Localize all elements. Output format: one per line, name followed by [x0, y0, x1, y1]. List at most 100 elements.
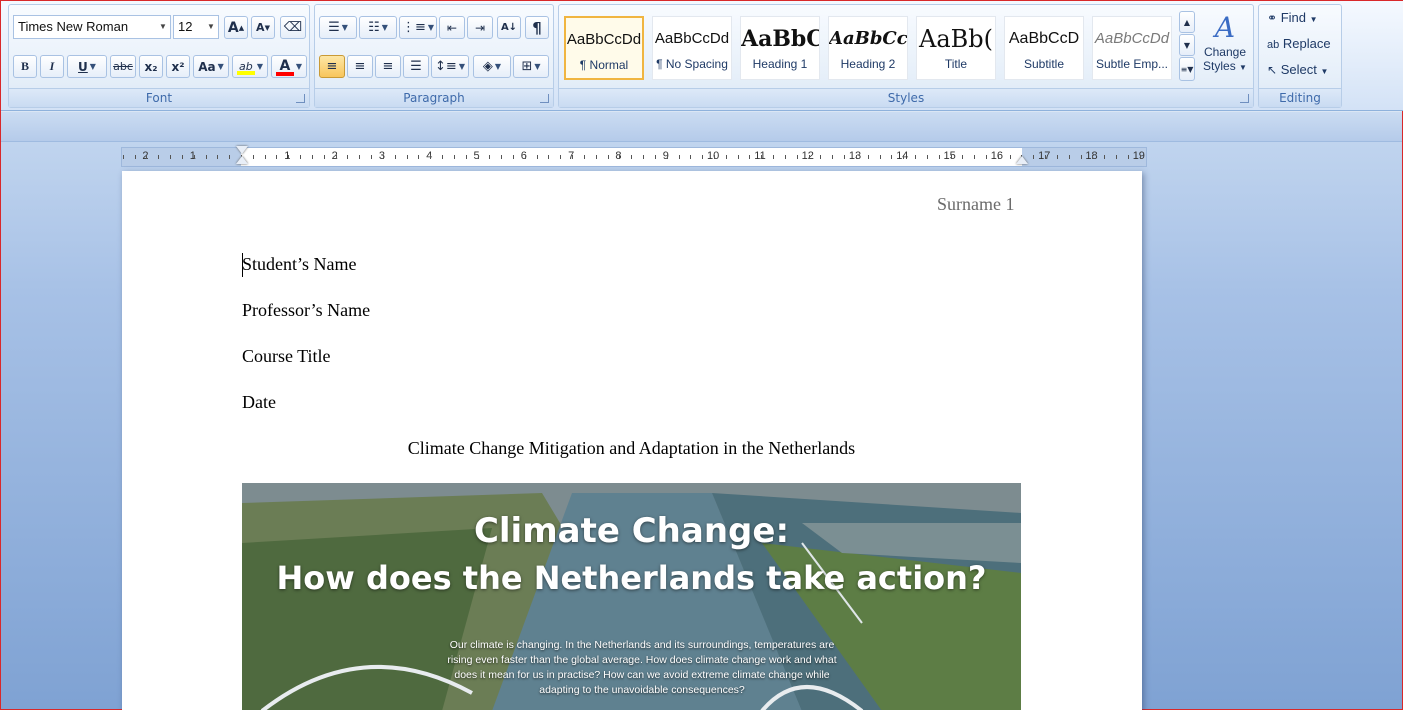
- chevron-down-icon[interactable]: ▼: [495, 62, 501, 71]
- align-left-button[interactable]: ≡: [319, 55, 345, 78]
- change-styles-button[interactable]: A Change Styles ▼: [1199, 11, 1251, 87]
- style-normal[interactable]: AaBbCcDd ¶ Normal: [564, 16, 644, 80]
- gallery-scroll-up[interactable]: ▲: [1179, 11, 1195, 33]
- gallery-scroll-down[interactable]: ▼: [1179, 34, 1195, 56]
- course-title-line[interactable]: Course Title: [242, 346, 331, 367]
- change-case-button[interactable]: Aa ▼: [193, 55, 229, 78]
- ruler-tick: [311, 155, 313, 159]
- style-subtitle[interactable]: AaBbCcD Subtitle: [1004, 16, 1084, 80]
- font-dialog-launcher[interactable]: [296, 94, 305, 103]
- first-line-indent-marker[interactable]: [236, 146, 248, 154]
- chevron-down-icon[interactable]: ▼: [90, 62, 96, 71]
- ruler-tick: [465, 155, 467, 159]
- font-size-box[interactable]: 12 ▼: [173, 15, 219, 39]
- chevron-down-icon[interactable]: ▼: [459, 62, 465, 71]
- replace-button[interactable]: ab Replace: [1267, 36, 1331, 56]
- replace-label: Replace: [1282, 36, 1331, 51]
- chevron-down-icon[interactable]: ▼: [204, 16, 218, 38]
- ruler-tick: [796, 155, 798, 159]
- align-center-button[interactable]: ≡: [347, 55, 373, 78]
- horizontal-ruler[interactable]: 2112345678910111213141516171819: [121, 146, 1147, 167]
- borders-button[interactable]: ⊞ ▼: [513, 55, 549, 78]
- styles-dialog-launcher[interactable]: [1240, 94, 1249, 103]
- shrink-font-button[interactable]: A ▼: [251, 16, 275, 39]
- justify-button[interactable]: ☰: [403, 55, 429, 78]
- select-button[interactable]: ↖ Select ▼: [1267, 62, 1328, 82]
- superscript-button[interactable]: x²: [166, 55, 190, 78]
- style-heading-2[interactable]: AaBbCc Heading 2: [828, 16, 908, 80]
- italic-button[interactable]: I: [40, 55, 64, 78]
- font-name-box[interactable]: Times New Roman ▼: [13, 15, 171, 39]
- align-right-button[interactable]: ≡: [375, 55, 401, 78]
- bullets-button[interactable]: ☰ ▼: [319, 16, 357, 39]
- chevron-down-icon[interactable]: ▼: [342, 23, 348, 32]
- shading-button[interactable]: ◈ ▼: [473, 55, 511, 78]
- inserted-image[interactable]: Climate Change: How does the Netherlands…: [242, 483, 1021, 710]
- hanging-indent-marker[interactable]: [236, 156, 248, 164]
- change-styles-label-2: Styles ▼: [1199, 59, 1251, 73]
- date-line[interactable]: Date: [242, 392, 276, 413]
- student-name-line[interactable]: Student’s Name: [242, 254, 357, 275]
- professor-name-line[interactable]: Professor’s Name: [242, 300, 370, 321]
- underline-icon: U: [78, 59, 88, 74]
- image-title-line-2: How does the Netherlands take action?: [276, 559, 987, 597]
- style-name: Subtitle: [1023, 57, 1065, 71]
- ruler-tick: [820, 155, 822, 159]
- style-preview: AaBbCcDd: [1094, 30, 1170, 47]
- ruler-tick: [1139, 155, 1141, 159]
- find-button[interactable]: ⚭ Find ▼: [1267, 10, 1318, 30]
- increase-indent-button[interactable]: ⇥: [467, 16, 493, 39]
- grow-font-button[interactable]: A ▲: [224, 16, 248, 39]
- styles-group: AaBbCcDd ¶ Normal AaBbCcDd ¶ No Spacing …: [558, 4, 1254, 108]
- font-name-value: Times New Roman: [18, 19, 129, 34]
- gallery-more[interactable]: ≡▼: [1179, 57, 1195, 81]
- sort-icon: A↓: [500, 22, 518, 33]
- clear-formatting-button[interactable]: ⌫: [280, 16, 306, 39]
- underline-button[interactable]: U ▼: [67, 55, 107, 78]
- align-left-icon: ≡: [326, 59, 338, 74]
- style-name: Title: [944, 57, 968, 71]
- chevron-down-icon[interactable]: ▼: [534, 62, 540, 71]
- ruler-tick: [1127, 155, 1129, 159]
- strikethrough-button[interactable]: abc: [110, 55, 136, 78]
- paragraph-dialog-launcher[interactable]: [540, 94, 549, 103]
- multilevel-list-button[interactable]: ⋮≡ ▼: [399, 16, 437, 39]
- align-right-icon: ≡: [382, 59, 394, 74]
- font-color-button[interactable]: A ▼: [271, 55, 307, 78]
- chevron-down-icon[interactable]: ▼: [156, 16, 170, 38]
- font-group: Times New Roman ▼ 12 ▼ A ▲ A ▼ ⌫ B I U ▼ ab…: [8, 4, 310, 108]
- ruler-tick: [335, 155, 337, 159]
- sort-button[interactable]: A↓: [497, 16, 521, 39]
- ruler-tick: [548, 155, 550, 159]
- chevron-down-icon[interactable]: ▼: [296, 62, 302, 71]
- chevron-down-icon[interactable]: ▼: [428, 23, 434, 32]
- chevron-down-icon[interactable]: ▼: [382, 23, 388, 32]
- subscript-button[interactable]: x₂: [139, 55, 163, 78]
- ruler-tick: [832, 155, 834, 159]
- style-title[interactable]: AaBb( Title: [916, 16, 996, 80]
- ruler-tick: [1056, 155, 1058, 159]
- bold-button[interactable]: B: [13, 55, 37, 78]
- numbering-button[interactable]: ☷ ▼: [359, 16, 397, 39]
- workspace-strip: [1, 112, 1402, 142]
- document-title[interactable]: Climate Change Mitigation and Adaptation…: [242, 438, 1021, 459]
- highlight-button[interactable]: ab ▼: [232, 55, 268, 78]
- style-heading-1[interactable]: AaBbC Heading 1: [740, 16, 820, 80]
- ruler-tick: [406, 155, 408, 159]
- ruler-tick: [725, 155, 727, 159]
- line-spacing-button[interactable]: ↕≡ ▼: [431, 55, 469, 78]
- decrease-indent-button[interactable]: ⇤: [439, 16, 465, 39]
- chevron-down-icon[interactable]: ▼: [257, 62, 263, 71]
- page-header[interactable]: Surname 1: [937, 194, 1014, 215]
- chevron-down-icon[interactable]: ▼: [218, 62, 224, 71]
- ruler-tick: [276, 155, 278, 159]
- style-subtle-emphasis[interactable]: AaBbCcDd Subtle Emp...: [1092, 16, 1172, 80]
- ruler-number: 11: [754, 150, 766, 162]
- borders-icon: ⊞: [521, 59, 533, 74]
- ruler-tick: [442, 155, 444, 159]
- show-marks-button[interactable]: ¶: [525, 16, 549, 39]
- right-indent-marker[interactable]: [1016, 156, 1028, 164]
- paragraph-group: ☰ ▼ ☷ ▼ ⋮≡ ▼ ⇤ ⇥ A↓ ¶ ≡ ≡ ≡ ☰ ↕≡ ▼ ◈ ▼ ⊞…: [314, 4, 554, 108]
- highlighter-icon: ab: [236, 59, 255, 75]
- style-no-spacing[interactable]: AaBbCcDd ¶ No Spacing: [652, 16, 732, 80]
